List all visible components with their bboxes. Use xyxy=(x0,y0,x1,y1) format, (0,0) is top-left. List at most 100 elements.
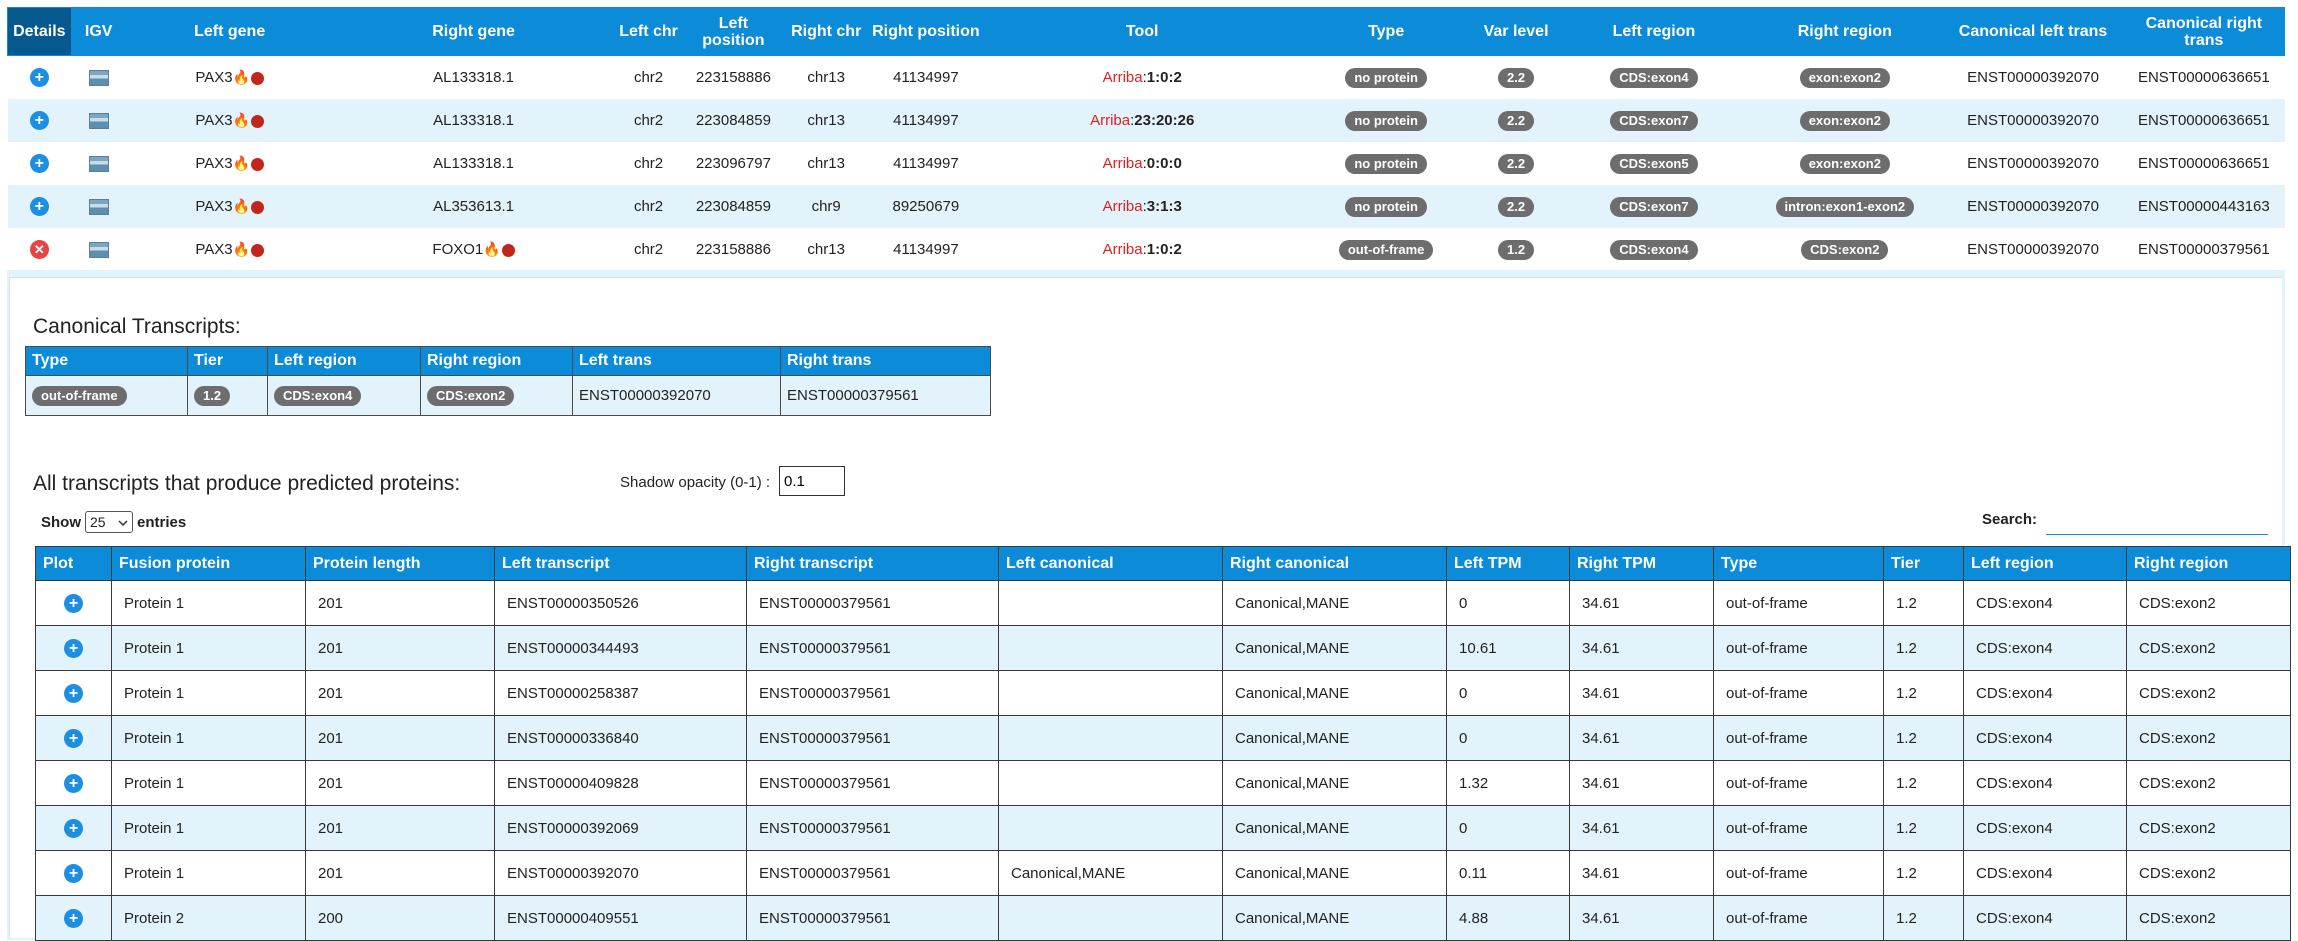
plot-cell: + xyxy=(35,895,112,941)
col-header-right-tpm[interactable]: Right TPM xyxy=(1569,546,1714,581)
igv-icon[interactable] xyxy=(88,242,109,259)
fusion-row[interactable]: ✕ PAX3🔥 FOXO1🔥 chr2 223158886 chr13 41134997 Ar… xyxy=(7,228,2285,271)
oncogene-dot-icon xyxy=(501,243,515,257)
col-header-tier[interactable]: Tier xyxy=(1883,546,1964,581)
right-gene: AL133318.1 xyxy=(333,142,615,185)
plot-expand-icon[interactable]: + xyxy=(64,818,83,838)
col-header-tool[interactable]: Tool xyxy=(982,7,1302,56)
igv-icon[interactable] xyxy=(88,199,109,216)
canon-right: ENST00000443163 xyxy=(2123,185,2285,228)
col-header-right-position[interactable]: Right position xyxy=(868,7,984,56)
col-header-details[interactable]: Details xyxy=(7,7,72,56)
plot-expand-icon[interactable]: + xyxy=(64,863,83,883)
col-header-left-gene[interactable]: Left gene xyxy=(125,7,334,56)
canonical-table: Type Tier Left region Right region Left tran… xyxy=(25,346,991,416)
col-header-right-region[interactable]: Right region xyxy=(1746,7,1944,56)
left-tpm: 0 xyxy=(1446,715,1570,761)
col-header-left-canonical[interactable]: Left canonical xyxy=(998,546,1223,581)
left-chr: chr2 xyxy=(614,185,684,228)
igv-icon[interactable] xyxy=(88,113,109,130)
left-canonical xyxy=(998,760,1223,806)
right-region: intron:exon1-exon2 xyxy=(1746,185,1943,228)
col-header-right-chr[interactable]: Right chr xyxy=(783,7,870,56)
tool-name: Arriba xyxy=(1102,69,1143,86)
entries-label: entries xyxy=(137,513,187,531)
expand-icon[interactable]: + xyxy=(29,197,49,216)
left-transcript: ENST00000258387 xyxy=(494,670,747,716)
search-input[interactable] xyxy=(2046,510,2268,535)
plot-expand-icon[interactable]: + xyxy=(64,728,83,748)
plot-cell: + xyxy=(35,715,112,761)
col-header-left-position[interactable]: Left position xyxy=(682,7,785,56)
fusion-row[interactable]: + PAX3🔥 AL353613.1 chr2 223084859 chr9 8925067… xyxy=(7,185,2285,228)
plot-expand-icon[interactable]: + xyxy=(64,908,83,928)
col-header-right-region[interactable]: Right region xyxy=(2126,546,2291,581)
right-region-badge: intron:exon1-exon2 xyxy=(1775,196,1915,217)
right-tpm: 34.61 xyxy=(1569,715,1714,761)
type: out-of-frame xyxy=(1713,715,1884,761)
col-header-right-transcript[interactable]: Right transcript xyxy=(746,546,999,581)
expand-icon[interactable]: + xyxy=(29,154,49,173)
left-canonical xyxy=(998,805,1223,851)
tool: Arriba:0:0:0 xyxy=(983,142,1302,185)
col-header-right-canonical[interactable]: Right canonical xyxy=(1222,546,1447,581)
tool-support: 1:0:2 xyxy=(1146,241,1182,258)
chevron-down-icon xyxy=(118,514,128,530)
col-header-igv[interactable]: IGV xyxy=(70,7,127,56)
fusion-protein: Protein 1 xyxy=(111,805,306,851)
tier: 1.2 xyxy=(1883,805,1964,851)
left-region-badge: CDS:exon4 xyxy=(1610,239,1698,260)
col-header-protein-length[interactable]: Protein length xyxy=(305,546,495,581)
col-header-left-chr[interactable]: Left chr xyxy=(613,7,684,56)
right-tpm: 34.61 xyxy=(1569,895,1714,941)
protein-length: 201 xyxy=(305,670,495,716)
right-canonical: Canonical,MANE xyxy=(1222,895,1447,941)
col-header-left-transcript[interactable]: Left transcript xyxy=(494,546,747,581)
col-header-left-region[interactable]: Left region xyxy=(1963,546,2127,581)
right-transcript: ENST00000379561 xyxy=(746,850,999,896)
left-canonical: Canonical,MANE xyxy=(998,850,1223,896)
right-pos: 41134997 xyxy=(868,99,984,142)
left-chr: chr2 xyxy=(614,99,684,142)
entries-select[interactable]: 25 xyxy=(85,511,133,533)
left-region: CDS:exon7 xyxy=(1561,99,1747,142)
col-header-fusion-protein[interactable]: Fusion protein xyxy=(111,546,306,581)
col-header-canonical-right-trans[interactable]: Canonical right trans xyxy=(2122,7,2286,56)
col-header-canonical-left-trans[interactable]: Canonical left trans xyxy=(1942,7,2124,56)
col-header-left-tpm[interactable]: Left TPM xyxy=(1446,546,1570,581)
fusion-row[interactable]: + PAX3🔥 AL133318.1 chr2 223084859 chr13 411349… xyxy=(7,99,2285,142)
left-transcript: ENST00000344493 xyxy=(494,625,747,671)
var-level-badge: 2.2 xyxy=(1498,67,1535,88)
igv-cell xyxy=(71,228,127,271)
right-region: exon:exon2 xyxy=(1746,142,1943,185)
plot-expand-icon[interactable]: + xyxy=(64,638,83,658)
fusion-row[interactable]: + PAX3🔥 AL133318.1 chr2 223096797 chr13 411349… xyxy=(7,142,2285,185)
left-tpm: 4.88 xyxy=(1446,895,1570,941)
right-gene: AL353613.1 xyxy=(333,185,615,228)
fusion-row[interactable]: + PAX3🔥 AL133318.1 chr2 223158886 chr13 411349… xyxy=(7,55,2285,99)
plot-expand-icon[interactable]: + xyxy=(64,593,83,613)
table-row: + Protein 1 201 ENST00000258387 ENST00000379… xyxy=(35,670,2291,716)
details-cell: + xyxy=(7,142,72,185)
left-tpm: 0.11 xyxy=(1446,850,1570,896)
opacity-input[interactable] xyxy=(779,466,845,496)
right-transcript: ENST00000379561 xyxy=(746,805,999,851)
type: out-of-frame xyxy=(1713,805,1884,851)
expand-icon[interactable]: + xyxy=(29,68,49,87)
igv-icon[interactable] xyxy=(88,156,109,173)
expand-icon[interactable]: + xyxy=(29,111,49,130)
plot-expand-icon[interactable]: + xyxy=(64,773,83,793)
col-header-plot[interactable]: Plot xyxy=(35,546,112,581)
col-header-type[interactable]: Type xyxy=(1300,7,1472,56)
plot-expand-icon[interactable]: + xyxy=(64,683,83,703)
col-header-var-level[interactable]: Var level xyxy=(1470,7,1562,56)
col-header-type[interactable]: Type xyxy=(1713,546,1884,581)
close-icon[interactable]: ✕ xyxy=(29,240,49,259)
canonical-header-row: Type Tier Left region Right region Left tran… xyxy=(25,346,991,376)
tier: 1.2 xyxy=(1883,715,1964,761)
col-header-left-region[interactable]: Left region xyxy=(1560,7,1748,56)
igv-icon[interactable] xyxy=(88,70,109,87)
left-region: CDS:exon4 xyxy=(1963,580,2127,626)
gene-name: PAX3 xyxy=(195,198,233,215)
col-header-right-gene[interactable]: Right gene xyxy=(332,7,615,56)
